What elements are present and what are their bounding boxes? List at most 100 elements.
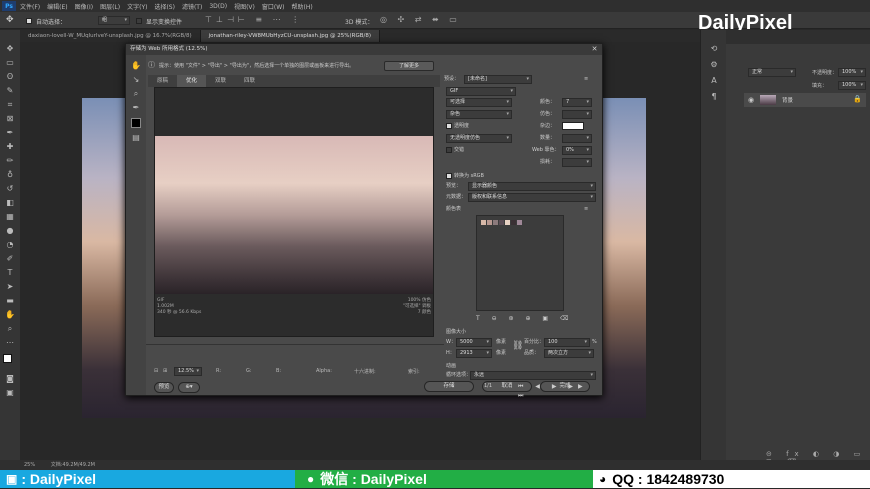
character-icon[interactable]: A — [708, 76, 720, 86]
tab-2up[interactable]: 双联 — [206, 75, 235, 87]
transparency-dither-dropdown[interactable]: 无透明度仿色 — [446, 134, 512, 143]
tab-optimized[interactable]: 优化 — [177, 75, 207, 87]
align-icons[interactable]: ⊤⊥⊣⊢ ≡ ⋯ ⋮ — [205, 15, 303, 24]
convert-srgb-checkbox[interactable]: 转换为 sRGB — [446, 172, 484, 181]
learn-more-button[interactable]: 了解更多 — [384, 61, 434, 71]
menu-help[interactable]: 帮助(H) — [292, 2, 313, 11]
toggle-slices-icon[interactable]: ▤ — [130, 133, 142, 143]
zoom-plus-icon[interactable]: ⊞ — [163, 368, 167, 374]
menu-layer[interactable]: 图层(L) — [100, 2, 120, 11]
quality-dropdown[interactable]: 两次立方 — [544, 349, 594, 358]
color-table-swatch[interactable] — [511, 220, 516, 225]
show-transform-checkbox[interactable] — [136, 17, 144, 24]
tab-4up[interactable]: 四联 — [235, 75, 264, 87]
menu-view[interactable]: 视图(V) — [234, 2, 255, 11]
tab-document-2[interactable]: jonathan-riley-VW8MUbHyzCU-unsplash.jpg … — [200, 30, 380, 42]
menu-type[interactable]: 文字(Y) — [127, 2, 147, 11]
shape-icon[interactable]: ▬ — [4, 296, 16, 306]
color-table[interactable] — [476, 215, 564, 311]
quick-mask-icon[interactable]: ◙ — [4, 374, 16, 384]
colors-field[interactable]: 7 — [562, 98, 592, 107]
foreground-color-swatch[interactable] — [3, 354, 12, 363]
opacity-field[interactable]: 100% — [838, 68, 866, 77]
slice-select-icon[interactable]: ↘ — [130, 75, 142, 85]
color-table-swatch[interactable] — [499, 220, 504, 225]
more-tools-icon[interactable]: ⋯ — [4, 338, 16, 348]
menu-image[interactable]: 图像(I) — [75, 2, 93, 11]
pen-icon[interactable]: ✐ — [4, 254, 16, 264]
zoom-dropdown[interactable]: 12.5% — [174, 367, 202, 376]
dither-field[interactable] — [562, 110, 592, 119]
percent-field[interactable]: 100 — [544, 338, 590, 347]
eyedropper-color-swatch[interactable] — [131, 118, 141, 128]
websnap-field[interactable]: 0% — [562, 146, 592, 155]
format-dropdown[interactable]: GIF — [446, 87, 516, 96]
dodge-icon[interactable]: ◔ — [4, 240, 16, 250]
color-table-swatch[interactable] — [493, 220, 498, 225]
blend-mode-dropdown[interactable]: 正常 — [748, 68, 796, 77]
quick-select-icon[interactable]: ✎ — [4, 86, 16, 96]
zoom-level[interactable]: 25% — [24, 462, 35, 468]
link-icon[interactable]: ⛓ — [512, 342, 523, 351]
move-icon[interactable]: ✥ — [4, 44, 16, 54]
healing-icon[interactable]: ✚ — [4, 142, 16, 152]
move-tool-icon[interactable]: ✥ — [6, 15, 14, 25]
photoshop-logo-icon[interactable]: Ps — [2, 1, 16, 11]
browser-preview-button[interactable]: ⊕▾ — [178, 382, 200, 393]
fill-field[interactable]: 100% — [838, 81, 866, 90]
animation-controls-icons[interactable]: ⏮ ◀ ▶ ▶▶ ⏭ — [518, 382, 599, 399]
preview-button[interactable]: 预览 — [154, 382, 174, 393]
transparency-checkbox[interactable]: 透明度 — [446, 122, 469, 131]
zoom-minus-icon[interactable]: ⊟ — [154, 368, 158, 374]
zoom-icon[interactable]: ⌕ — [4, 324, 16, 334]
colortable-tool-icons[interactable]: T ⊖ ⊛ ⊕ ▣ ⌫ — [476, 314, 573, 323]
menu-select[interactable]: 选择(S) — [154, 2, 175, 11]
menu-edit[interactable]: 编辑(E) — [47, 2, 67, 11]
preset-dropdown[interactable]: [未命名] — [464, 75, 532, 84]
crop-icon[interactable]: ⌗ — [4, 100, 16, 110]
color-table-swatch[interactable] — [487, 220, 492, 225]
color-table-swatch[interactable] — [481, 220, 486, 225]
width-field[interactable]: 5000 — [456, 338, 492, 347]
eyedropper-icon[interactable]: ✒ — [130, 103, 142, 113]
eraser-icon[interactable]: ◧ — [4, 198, 16, 208]
color-table-swatch[interactable] — [517, 220, 522, 225]
preview-pane[interactable]: GIF 1.002M 340 秒 @ 56.6 Kbps 100% 仿色 "可选… — [154, 87, 434, 337]
gradient-icon[interactable]: ▦ — [4, 212, 16, 222]
panel-menu-icon[interactable]: ≡ — [584, 75, 588, 84]
paragraph-icon[interactable]: ¶ — [708, 92, 720, 102]
properties-icon[interactable]: ⚙ — [708, 60, 720, 70]
visibility-eye-icon[interactable]: ◉ — [748, 96, 754, 104]
history-brush-icon[interactable]: ↺ — [4, 184, 16, 194]
color-table-swatch[interactable] — [505, 220, 510, 225]
auto-select-type-dropdown[interactable]: 组 — [98, 16, 130, 25]
dialog-close-icon[interactable]: ✕ — [590, 45, 599, 54]
height-field[interactable]: 2913 — [456, 349, 492, 358]
matte-swatch[interactable] — [562, 122, 584, 130]
3d-mode-icons[interactable]: ◎ ✣ ⇄ ⬌ ▭ — [380, 15, 461, 24]
blur-icon[interactable]: ● — [4, 226, 16, 236]
brush-icon[interactable]: ✏ — [4, 156, 16, 166]
reduction-dropdown[interactable]: 可选择 — [446, 98, 512, 107]
auto-select-checkbox[interactable] — [26, 17, 34, 24]
metadata-dropdown[interactable]: 版权和联系信息 — [468, 193, 596, 202]
layer-row-background[interactable]: ◉ 背景 🔒 — [744, 93, 866, 107]
menu-window[interactable]: 窗口(W) — [262, 2, 285, 11]
tab-original[interactable]: 原稿 — [148, 75, 177, 87]
stamp-icon[interactable]: ♁ — [4, 170, 16, 180]
lossy-field[interactable] — [562, 158, 592, 167]
frame-icon[interactable]: ⊠ — [4, 114, 16, 124]
hand-icon[interactable]: ✋ — [130, 61, 142, 71]
menu-3d[interactable]: 3D(D) — [209, 3, 227, 10]
screen-mode-icon[interactable]: ▣ — [4, 388, 16, 398]
colortable-menu-icon[interactable]: ≡ — [584, 205, 588, 214]
amount-field[interactable] — [562, 134, 592, 143]
marquee-icon[interactable]: ▭ — [4, 58, 16, 68]
zoom-icon[interactable]: ⌕ — [130, 89, 142, 99]
dither-algorithm-dropdown[interactable]: 杂色 — [446, 110, 512, 119]
hand-icon[interactable]: ✋ — [4, 310, 16, 320]
path-select-icon[interactable]: ➤ — [4, 282, 16, 292]
menu-file[interactable]: 文件(F) — [20, 2, 40, 11]
lasso-icon[interactable]: ʘ — [4, 72, 16, 82]
eyedropper-icon[interactable]: ✒ — [4, 128, 16, 138]
